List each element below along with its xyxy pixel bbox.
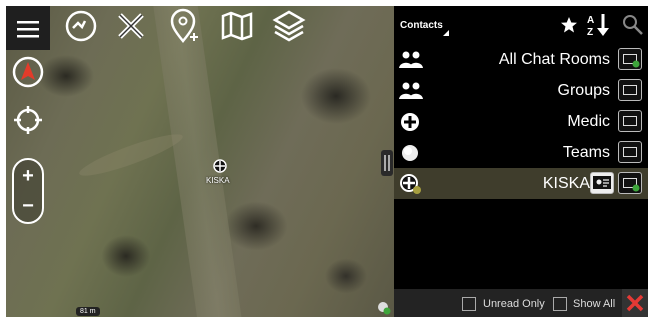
contact-label: Groups bbox=[557, 82, 610, 99]
show-all-label: Show All bbox=[573, 298, 616, 310]
star-icon bbox=[561, 17, 577, 33]
panel-drag-handle[interactable] bbox=[381, 150, 393, 176]
tools-button[interactable] bbox=[114, 9, 148, 43]
locate-icon bbox=[14, 106, 42, 134]
sort-az-icon: A Z bbox=[587, 14, 609, 38]
map-icon bbox=[221, 11, 253, 41]
contacts-panel: Contacts A Z All Chat Rooms Groups Medic… bbox=[394, 6, 648, 317]
online-dot-icon bbox=[632, 184, 640, 192]
zoom-control: + − bbox=[12, 158, 44, 224]
self-location-button[interactable] bbox=[376, 300, 392, 316]
unread-only-label: Unread Only bbox=[483, 298, 545, 310]
locate-button[interactable] bbox=[12, 104, 44, 136]
compass-icon bbox=[12, 56, 44, 88]
contact-row-teams[interactable]: Teams bbox=[394, 137, 648, 168]
close-button[interactable] bbox=[622, 289, 648, 317]
contact-row-kiska[interactable]: KISKA bbox=[394, 168, 648, 199]
tools-icon bbox=[118, 13, 144, 39]
sort-az-button[interactable]: A Z bbox=[584, 12, 612, 38]
team-icon bbox=[402, 145, 418, 161]
dropdown-indicator-icon bbox=[443, 30, 449, 36]
contact-label: KISKA bbox=[542, 175, 590, 192]
wave-icon bbox=[65, 10, 97, 42]
contact-label: All Chat Rooms bbox=[498, 51, 610, 68]
contact-label: Medic bbox=[567, 113, 610, 130]
hamburger-menu-button[interactable] bbox=[6, 6, 50, 50]
self-icon bbox=[400, 174, 421, 194]
chat-button[interactable] bbox=[618, 48, 642, 70]
chat-button[interactable] bbox=[618, 141, 642, 163]
chat-button[interactable] bbox=[618, 110, 642, 132]
scale-bar: 81 m bbox=[76, 307, 100, 316]
svg-text:Z: Z bbox=[587, 27, 593, 38]
unread-only-checkbox[interactable] bbox=[462, 297, 476, 311]
map-road bbox=[152, 6, 244, 317]
wave-tool-button[interactable] bbox=[64, 9, 98, 43]
online-dot-icon bbox=[632, 60, 640, 68]
zoom-in-button[interactable]: + bbox=[14, 166, 42, 186]
contact-card-icon bbox=[593, 176, 611, 189]
map-button[interactable] bbox=[220, 9, 254, 43]
contacts-footer: Unread Only Show All bbox=[394, 289, 648, 317]
contacts-title[interactable]: Contacts bbox=[400, 20, 443, 31]
contact-row-groups[interactable]: Groups bbox=[394, 75, 648, 106]
group-icon bbox=[399, 51, 423, 68]
search-icon bbox=[623, 15, 643, 35]
favorites-button[interactable] bbox=[560, 16, 578, 34]
crosshair-marker-icon bbox=[213, 159, 227, 173]
group-icon bbox=[399, 82, 423, 99]
hamburger-icon bbox=[17, 21, 39, 38]
contact-row-all-chat-rooms[interactable]: All Chat Rooms bbox=[394, 44, 648, 75]
chat-button[interactable] bbox=[618, 172, 642, 194]
chat-button[interactable] bbox=[618, 79, 642, 101]
layers-button[interactable] bbox=[272, 9, 306, 43]
medic-icon bbox=[401, 113, 419, 131]
map-view[interactable] bbox=[6, 6, 394, 317]
contact-label: Teams bbox=[562, 144, 610, 161]
close-icon bbox=[626, 294, 644, 312]
self-marker-icon bbox=[378, 302, 391, 315]
layers-icon bbox=[272, 10, 306, 42]
map-trail bbox=[76, 127, 186, 183]
zoom-out-button[interactable]: − bbox=[14, 196, 42, 216]
add-point-button[interactable] bbox=[168, 7, 202, 45]
add-point-icon bbox=[170, 8, 198, 43]
search-button[interactable] bbox=[622, 14, 644, 36]
kiska-marker[interactable] bbox=[212, 158, 228, 174]
profile-button[interactable] bbox=[590, 172, 614, 194]
marker-label: KISKA bbox=[206, 176, 230, 185]
contact-row-medic[interactable]: Medic bbox=[394, 106, 648, 137]
show-all-checkbox[interactable] bbox=[553, 297, 567, 311]
compass-button[interactable] bbox=[12, 56, 44, 88]
svg-text:A: A bbox=[587, 15, 594, 26]
